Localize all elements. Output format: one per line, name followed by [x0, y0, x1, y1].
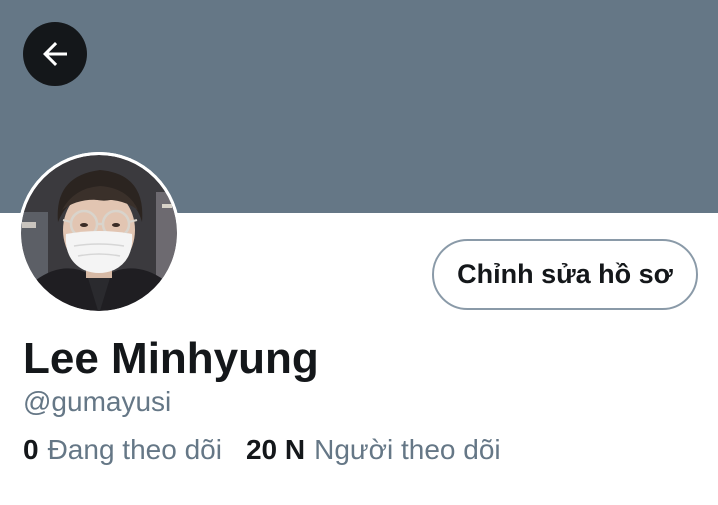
profile-page: Chỉnh sửa hồ sơ Lee Minhyung @gumayusi 0…: [0, 0, 718, 505]
following-stat[interactable]: 0 Đang theo dõi: [23, 432, 222, 468]
arrow-left-icon: [43, 42, 67, 66]
edit-profile-label: Chỉnh sửa hồ sơ: [457, 259, 673, 289]
following-count: 0: [23, 434, 39, 465]
avatar-photo: [18, 152, 180, 314]
edit-profile-button[interactable]: Chỉnh sửa hồ sơ: [432, 239, 698, 310]
followers-stat[interactable]: 20 N Người theo dõi: [246, 432, 501, 468]
user-handle: @gumayusi: [23, 386, 172, 417]
avatar[interactable]: [18, 152, 180, 314]
back-button[interactable]: [23, 22, 87, 86]
display-name: Lee Minhyung: [23, 334, 319, 383]
followers-count: 20 N: [245, 434, 306, 465]
following-label: Đang theo dõi: [47, 434, 222, 465]
follow-stats: 0 Đang theo dõi 20 N Người theo dõi: [23, 432, 501, 468]
followers-label: Người theo dõi: [314, 434, 501, 465]
